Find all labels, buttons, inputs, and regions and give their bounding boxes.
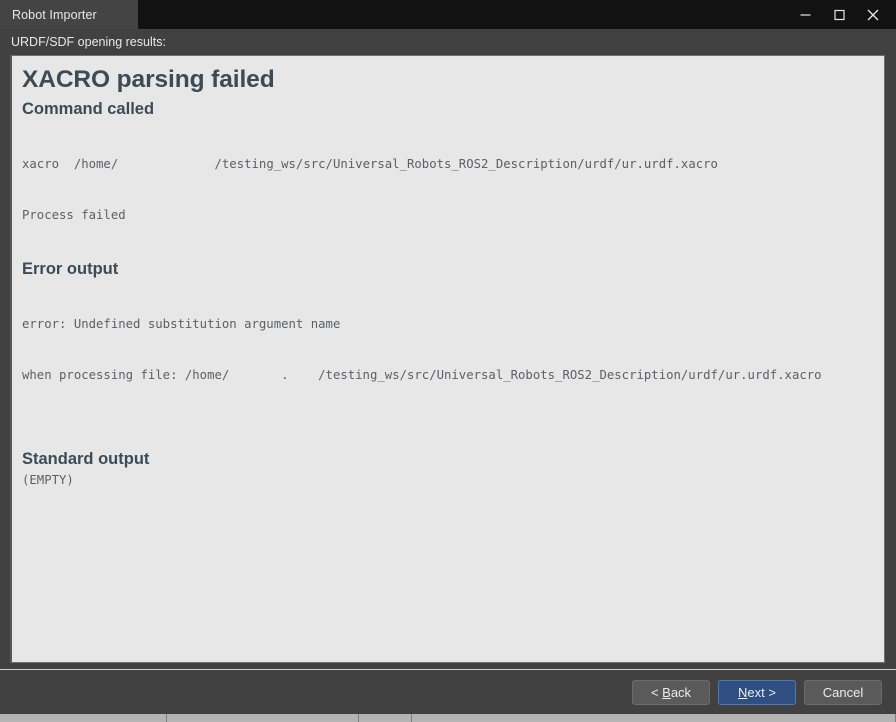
taskbar-cell[interactable] xyxy=(412,714,896,722)
robot-importer-window: Robot Importer xyxy=(0,0,896,714)
taskbar-cell[interactable] xyxy=(359,714,412,722)
title-bar-drag-region[interactable] xyxy=(138,0,788,29)
error-output-line-1: error: Undefined substitution argument n… xyxy=(22,316,872,333)
title-bar: Robot Importer xyxy=(0,0,896,29)
redacted-username xyxy=(118,156,214,173)
command-called-heading: Command called xyxy=(22,100,872,119)
app-tab-label: Robot Importer xyxy=(12,8,97,22)
command-suffix: /testing_ws/src/Universal_Robots_ROS2_De… xyxy=(215,157,718,171)
window-controls xyxy=(788,0,896,29)
maximize-button[interactable] xyxy=(822,0,856,29)
error-output-content: error: Undefined substitution argument n… xyxy=(22,282,872,418)
redacted-username-2: . xyxy=(229,367,318,384)
error-output-line-2: when processing file: /home/ . /testing_… xyxy=(22,367,872,384)
back-button-label: < Back xyxy=(651,685,691,700)
taskbar-strip xyxy=(0,714,896,722)
close-icon xyxy=(866,8,880,22)
next-button[interactable]: Next > xyxy=(718,680,796,705)
app-tab-robot-importer[interactable]: Robot Importer xyxy=(0,0,138,29)
next-button-label: Next > xyxy=(738,685,776,700)
cancel-button[interactable]: Cancel xyxy=(804,680,882,705)
standard-output-content: (EMPTY) xyxy=(22,472,872,489)
page-title: XACRO parsing failed xyxy=(22,66,872,94)
error-suffix: /testing_ws/src/Universal_Robots_ROS2_De… xyxy=(318,368,821,382)
dialog-footer: < Back Next > Cancel xyxy=(0,669,896,714)
command-prefix: xacro /home/ xyxy=(22,157,118,171)
taskbar-cell[interactable] xyxy=(167,714,359,722)
body-area: XACRO parsing failed Command called xacr… xyxy=(0,55,896,663)
error-prefix: when processing file: /home/ xyxy=(22,368,229,382)
close-button[interactable] xyxy=(856,0,890,29)
command-called-output: xacro /home/ /testing_ws/src/Universal_R… xyxy=(22,122,872,258)
command-called-line-1: xacro /home/ /testing_ws/src/Universal_R… xyxy=(22,156,872,173)
cancel-button-label: Cancel xyxy=(823,685,863,700)
taskbar-cell[interactable] xyxy=(0,714,167,722)
maximize-icon xyxy=(833,8,846,21)
command-called-line-2: Process failed xyxy=(22,207,872,224)
minimize-icon xyxy=(799,8,812,21)
back-button[interactable]: < Back xyxy=(632,680,710,705)
error-output-heading: Error output xyxy=(22,260,872,279)
results-panel: XACRO parsing failed Command called xacr… xyxy=(10,55,885,663)
subheader-label: URDF/SDF opening results: xyxy=(11,35,166,49)
minimize-button[interactable] xyxy=(788,0,822,29)
standard-output-heading: Standard output xyxy=(22,450,872,469)
subheader: URDF/SDF opening results: xyxy=(0,29,896,55)
